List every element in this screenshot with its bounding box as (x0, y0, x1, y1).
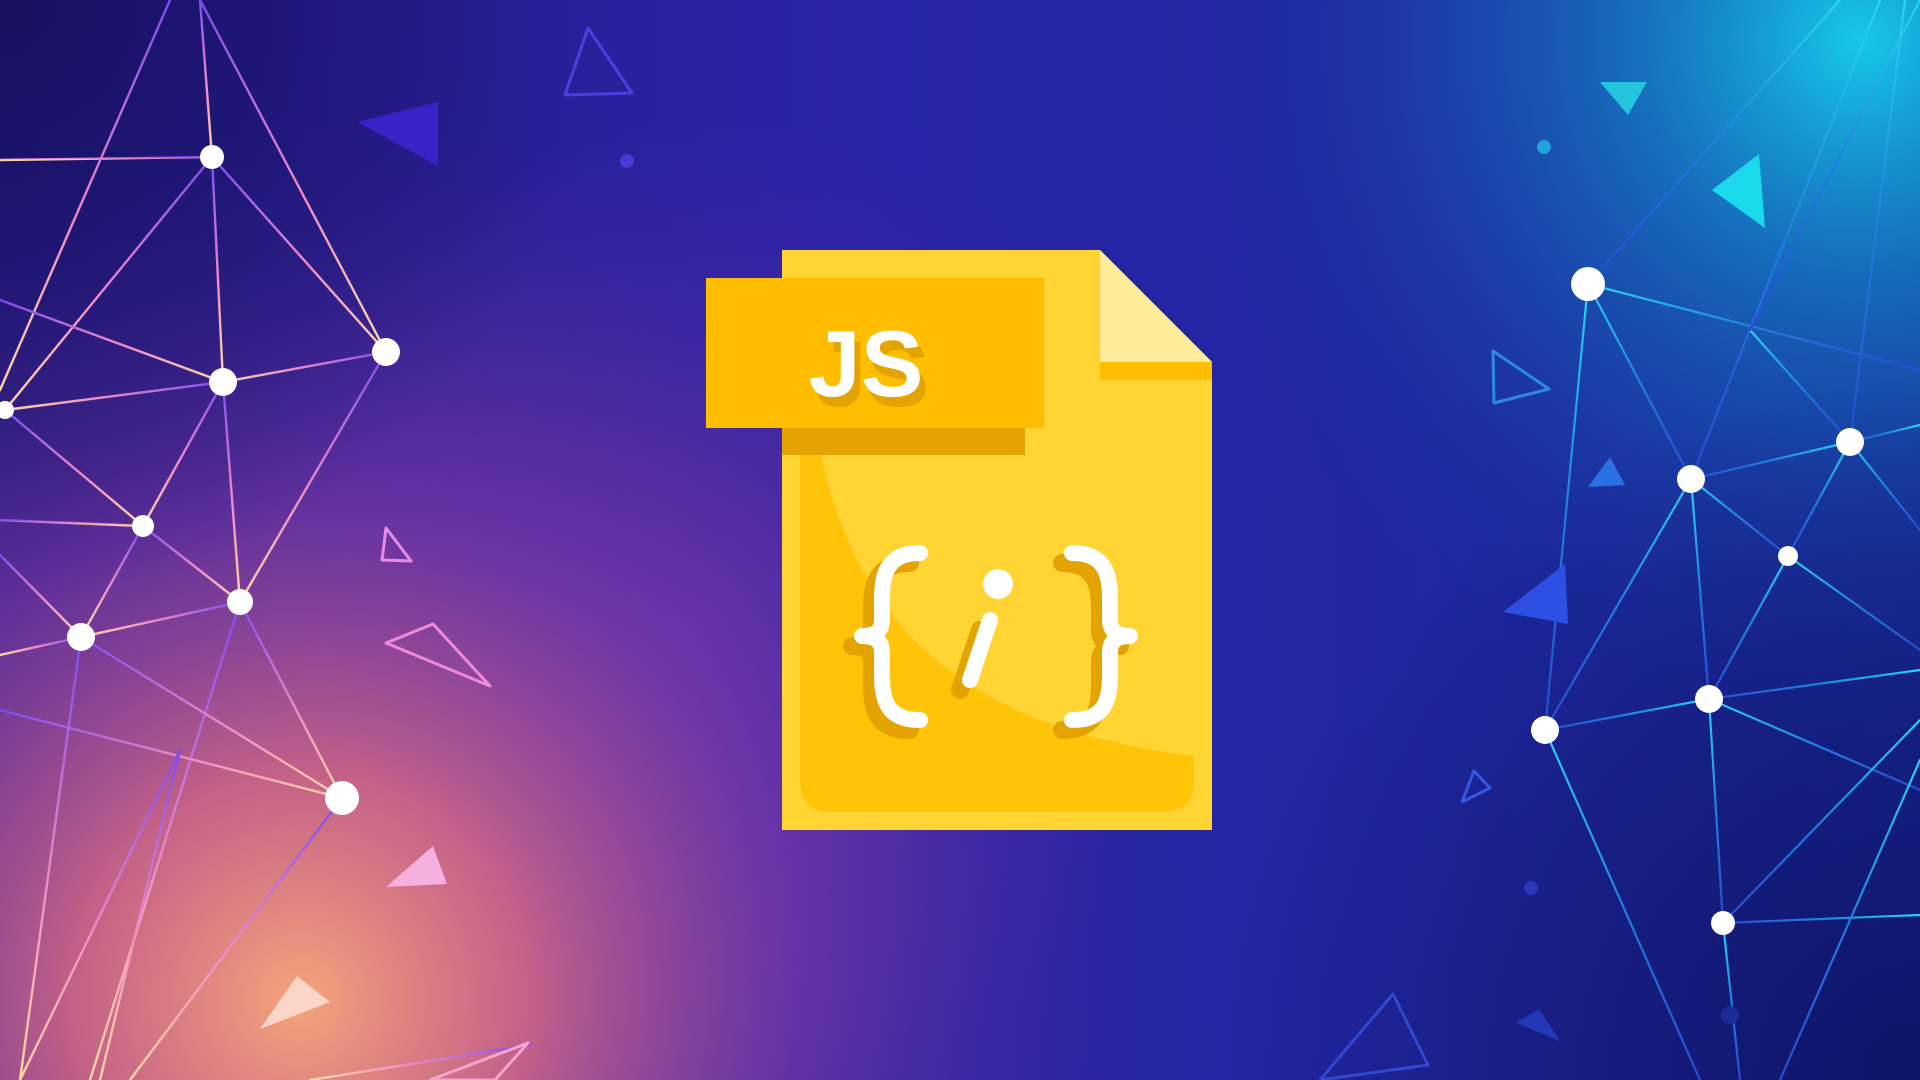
dot-icon (1524, 881, 1538, 895)
badge-shadow (782, 428, 1025, 455)
dot-icon (1721, 1006, 1739, 1024)
dot-icon (620, 154, 634, 168)
semicolon-dot (983, 569, 1013, 599)
dot-icon (1537, 140, 1551, 154)
hero-illustration: JS JS (0, 0, 1920, 1080)
js-badge-label: JS (809, 311, 924, 416)
file-fold-shadow (1100, 362, 1212, 380)
